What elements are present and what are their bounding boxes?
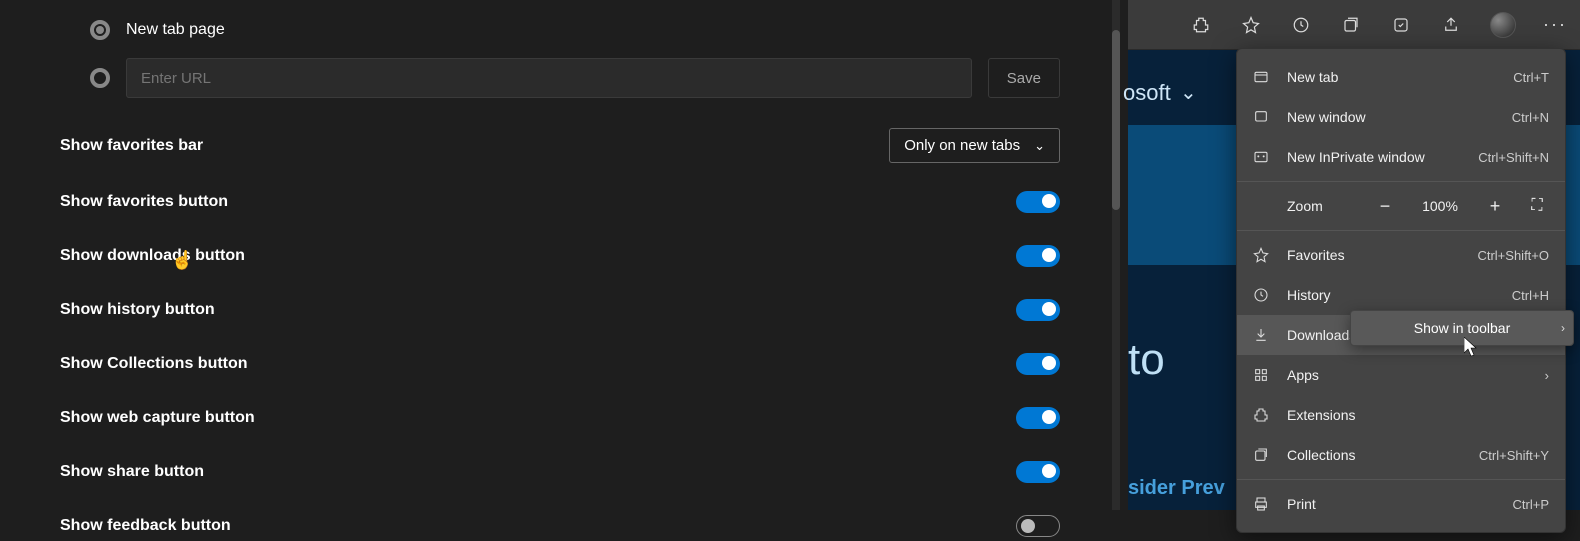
menu-inprivate-label: New InPrivate window — [1287, 149, 1464, 165]
menu-new-tab-shortcut: Ctrl+T — [1513, 70, 1549, 85]
label-favorites-button: Show favorites button — [60, 193, 228, 211]
favorites-icon[interactable] — [1240, 14, 1262, 36]
profile-avatar[interactable] — [1490, 12, 1516, 38]
inprivate-icon — [1253, 149, 1273, 165]
radio-new-tab-label: New tab page — [126, 21, 225, 39]
new-tab-icon — [1253, 69, 1273, 85]
menu-separator — [1237, 230, 1565, 231]
extensions-icon[interactable] — [1190, 14, 1212, 36]
toggle-downloads-button[interactable] — [1016, 245, 1060, 267]
history-icon — [1253, 287, 1273, 303]
fullscreen-button[interactable]: ⛶ — [1525, 197, 1549, 215]
menu-print[interactable]: Print Ctrl+P — [1237, 484, 1565, 524]
download-icon — [1253, 327, 1273, 343]
extensions-icon — [1253, 407, 1273, 423]
row-show-favorites-button: Show favorites button — [60, 187, 1060, 217]
chevron-right-icon: › — [1561, 321, 1565, 335]
page-text-to: to — [1128, 335, 1165, 385]
url-input[interactable] — [126, 58, 972, 98]
label-collections-button: Show Collections button — [60, 355, 248, 373]
chevron-right-icon: › — [1545, 368, 1549, 383]
menu-favorites[interactable]: Favorites Ctrl+Shift+O — [1237, 235, 1565, 275]
menu-new-tab-label: New tab — [1287, 69, 1499, 85]
radio-custom-url[interactable] — [90, 68, 110, 88]
row-show-web-capture-button: Show web capture button — [60, 403, 1060, 433]
scrollbar[interactable] — [1112, 0, 1120, 510]
scrollbar-thumb[interactable] — [1112, 30, 1120, 210]
toggle-collections-button[interactable] — [1016, 353, 1060, 375]
label-favorites-bar: Show favorites bar — [60, 137, 203, 155]
menu-favorites-shortcut: Ctrl+Shift+O — [1477, 248, 1549, 263]
menu-collections[interactable]: Collections Ctrl+Shift+Y — [1237, 435, 1565, 475]
zoom-out-button[interactable]: − — [1369, 196, 1401, 217]
menu-history[interactable]: History Ctrl+H — [1237, 275, 1565, 315]
radio-new-tab-row[interactable]: New tab page — [90, 20, 1060, 40]
row-show-feedback-button: Show feedback button — [60, 511, 1060, 541]
collections-icon[interactable] — [1340, 14, 1362, 36]
menu-inprivate-shortcut: Ctrl+Shift+N — [1478, 150, 1549, 165]
toolbar: ··· — [1128, 0, 1580, 50]
menu-new-window-label: New window — [1287, 109, 1498, 125]
page-link-insider[interactable]: sider Prev — [1128, 477, 1225, 500]
app-menu: New tab Ctrl+T New window Ctrl+N New InP… — [1236, 48, 1566, 533]
menu-print-shortcut: Ctrl+P — [1513, 497, 1549, 512]
row-show-collections-button: Show Collections button — [60, 349, 1060, 379]
chevron-down-icon: ⌄ — [1180, 80, 1197, 105]
submenu-show-in-toolbar[interactable]: Show in toolbar › — [1350, 310, 1574, 346]
label-share-button: Show share button — [60, 463, 204, 481]
toggle-web-capture-button[interactable] — [1016, 407, 1060, 429]
row-show-history-button: Show history button — [60, 295, 1060, 325]
more-menu-button[interactable]: ··· — [1544, 14, 1566, 36]
settings-panel: New tab page Save Show favorites bar Onl… — [0, 0, 1120, 510]
row-show-share-button: Show share button — [60, 457, 1060, 487]
page-crumb-text: osoft — [1123, 80, 1171, 106]
menu-apps[interactable]: Apps › — [1237, 355, 1565, 395]
menu-zoom-row: Zoom − 100% + ⛶ — [1237, 186, 1565, 226]
menu-separator — [1237, 479, 1565, 480]
new-window-icon — [1253, 109, 1273, 125]
menu-history-shortcut: Ctrl+H — [1512, 288, 1549, 303]
submenu-label: Show in toolbar — [1414, 320, 1511, 336]
menu-collections-label: Collections — [1287, 447, 1465, 463]
web-capture-icon[interactable] — [1390, 14, 1412, 36]
label-downloads-button: Show downloads button — [60, 247, 245, 265]
star-icon — [1253, 247, 1273, 263]
menu-collections-shortcut: Ctrl+Shift+Y — [1479, 448, 1549, 463]
row-show-downloads-button: Show downloads button — [60, 241, 1060, 271]
browser-chrome: ··· osoft ⌄ to sider Prev New tab Ctrl+T… — [1128, 0, 1580, 510]
menu-inprivate-window[interactable]: New InPrivate window Ctrl+Shift+N — [1237, 137, 1565, 177]
radio-url-row: Save — [90, 58, 1060, 98]
menu-new-window[interactable]: New window Ctrl+N — [1237, 97, 1565, 137]
menu-extensions-label: Extensions — [1287, 407, 1549, 423]
menu-favorites-label: Favorites — [1287, 247, 1463, 263]
dropdown-favorites-bar[interactable]: Only on new tabs ⌄ — [889, 128, 1060, 163]
menu-extensions[interactable]: Extensions — [1237, 395, 1565, 435]
zoom-in-button[interactable]: + — [1479, 196, 1511, 217]
label-feedback-button: Show feedback button — [60, 517, 231, 535]
menu-new-tab[interactable]: New tab Ctrl+T — [1237, 57, 1565, 97]
collections-icon — [1253, 447, 1273, 463]
toggle-history-button[interactable] — [1016, 299, 1060, 321]
row-show-favorites-bar: Show favorites bar Only on new tabs ⌄ — [60, 128, 1060, 163]
toggle-share-button[interactable] — [1016, 461, 1060, 483]
menu-history-label: History — [1287, 287, 1498, 303]
chevron-down-icon: ⌄ — [1034, 138, 1045, 154]
toggle-favorites-button[interactable] — [1016, 191, 1060, 213]
save-button[interactable]: Save — [988, 58, 1060, 98]
toggle-feedback-button[interactable] — [1016, 515, 1060, 537]
label-history-button: Show history button — [60, 301, 215, 319]
zoom-value: 100% — [1415, 198, 1465, 214]
label-web-capture-button: Show web capture button — [60, 409, 255, 427]
menu-new-window-shortcut: Ctrl+N — [1512, 110, 1549, 125]
menu-apps-label: Apps — [1287, 367, 1531, 383]
share-icon[interactable] — [1440, 14, 1462, 36]
dropdown-favorites-bar-value: Only on new tabs — [904, 137, 1020, 154]
history-icon[interactable] — [1290, 14, 1312, 36]
apps-icon — [1253, 367, 1273, 383]
radio-new-tab[interactable] — [90, 20, 110, 40]
menu-zoom-label: Zoom — [1287, 198, 1355, 214]
menu-separator — [1237, 181, 1565, 182]
